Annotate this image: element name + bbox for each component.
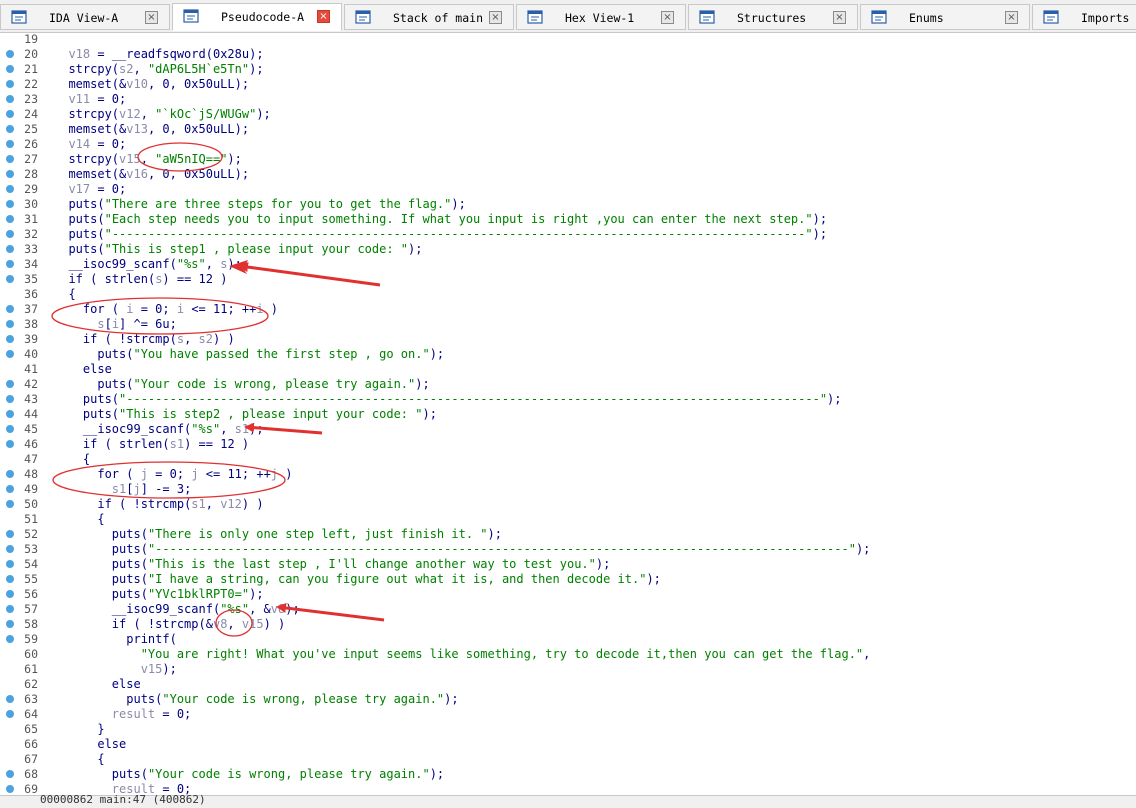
- status-bar: 00000862 main:47 (400862): [0, 793, 1136, 808]
- circle-annotation-sub-loop: [52, 461, 286, 499]
- red-annotations: [51, 142, 385, 637]
- circle-annotation-xor-loop: [51, 297, 269, 335]
- circle-annotation-v15-arg: [215, 609, 253, 637]
- arrow-annotation-step3-scanf-line: [276, 603, 385, 622]
- arrow-annotation-step1-scanf-line: [238, 262, 381, 287]
- status-text: 00000862 main:47 (400862): [40, 793, 206, 806]
- arrow-annotation-step2-scanf-line: [244, 422, 323, 435]
- circle-annotation-v15-string: [137, 142, 223, 172]
